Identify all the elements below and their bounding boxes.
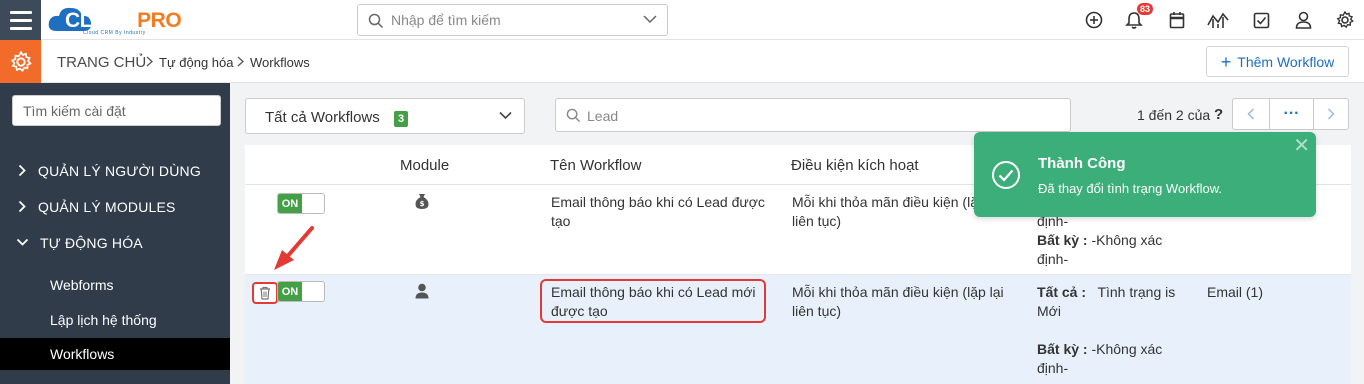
workflow-filter-select[interactable]: Tất cả Workflows 3 — [245, 98, 525, 134]
sidebar-item-label: QUẢN LÝ MODULES — [38, 199, 176, 215]
header-name[interactable]: Tên Workflow — [550, 157, 641, 174]
condition-any-label: Bất kỳ : — [1037, 341, 1088, 357]
plus-icon: + — [1220, 51, 1232, 72]
global-search[interactable] — [357, 4, 668, 36]
header-module[interactable]: Module — [400, 157, 449, 174]
status-toggle[interactable]: ON — [277, 281, 325, 302]
sidebar-item-module-management[interactable]: QUẢN LÝ MODULES — [0, 193, 230, 221]
search-icon — [368, 13, 384, 29]
settings-search-input[interactable]: Tìm kiếm cài đặt — [12, 95, 221, 126]
sidebar-sub-label: Workflows — [50, 346, 115, 362]
chart-icon[interactable] — [1207, 9, 1229, 31]
table-row[interactable]: ON Email thông báo khi có Lead mới được … — [245, 275, 1351, 384]
breadcrumb-automation[interactable]: Tự động hóa — [159, 55, 233, 70]
workflow-name[interactable]: Email thông báo khi có Lead được tạo — [551, 193, 765, 231]
user-icon[interactable] — [1292, 9, 1314, 31]
toggle-on-label: ON — [278, 194, 302, 213]
toast-title: Thành Công — [1038, 155, 1126, 172]
page-more-button[interactable]: ··· — [1269, 98, 1314, 130]
workflow-name-line: Email thông báo khi có Lead được — [551, 194, 765, 210]
trash-icon[interactable] — [252, 282, 278, 304]
chevron-down-icon — [499, 111, 512, 120]
add-workflow-label: Thêm Workflow — [1237, 53, 1335, 70]
sidebar-item-label: QUẢN LÝ NGƯỜI DÙNG — [38, 163, 201, 179]
settings-sidebar: Tìm kiếm cài đặt QUẢN LÝ NGƯỜI DÙNG QUẢN… — [0, 83, 230, 384]
add-workflow-button[interactable]: + Thêm Workflow — [1206, 46, 1349, 77]
notification-badge: 83 — [1137, 3, 1154, 15]
chevron-right-icon — [146, 56, 153, 67]
search-icon — [566, 108, 581, 123]
checkbox-icon[interactable] — [1250, 9, 1272, 31]
chevron-right-icon — [237, 56, 244, 67]
settings-gear-icon[interactable] — [0, 40, 41, 83]
logo-tagline: Cloud CRM By Industry — [83, 30, 146, 36]
gear-icon[interactable] — [1334, 9, 1356, 31]
annotation-arrow-icon — [274, 226, 314, 270]
sidebar-sub-webforms[interactable]: Webforms — [0, 269, 230, 301]
chevron-left-icon — [1247, 108, 1255, 120]
breadcrumb-home[interactable]: TRANG CHỦ — [57, 54, 146, 71]
trigger-line: liên tục) — [792, 303, 842, 319]
check-circle-icon — [992, 161, 1020, 189]
condition-any-value: -Không xác — [1091, 341, 1163, 357]
chevron-right-icon — [18, 164, 26, 177]
trigger-line: Mỗi khi thỏa mãn điều kiện (lặp lại — [792, 284, 1004, 300]
filter-count-badge: 3 — [394, 111, 409, 127]
condition-any-value: -Không xác — [1091, 232, 1163, 248]
condition-line: định- — [1037, 251, 1069, 267]
breadcrumb-workflows: Workflows — [250, 55, 310, 70]
sidebar-item-automation[interactable]: TỰ ĐỘNG HÓA — [0, 229, 230, 257]
chevron-down-icon[interactable] — [643, 14, 657, 24]
logo-pro-text: PRO — [137, 9, 182, 32]
person-icon — [415, 283, 429, 302]
sidebar-item-user-management[interactable]: QUẢN LÝ NGƯỜI DÙNG — [0, 157, 230, 185]
sidebar-sub-scheduler[interactable]: Lập lịch hệ thống — [0, 304, 230, 336]
prev-page-button[interactable] — [1232, 98, 1270, 130]
money-bag-icon: $ — [414, 193, 430, 213]
close-icon[interactable]: ✕ — [1293, 136, 1310, 156]
workflow-conditions: Tất cả : Tình trạng is Mới Bất kỳ : -Khô… — [1037, 283, 1175, 378]
success-toast: Thành Công Đã thay đổi tình trạng Workfl… — [974, 132, 1316, 217]
annotation-highlight-box — [540, 279, 766, 323]
svg-text:$: $ — [420, 200, 425, 208]
workflow-action: Email (1) — [1207, 284, 1264, 300]
workflow-conditions: định- Bất kỳ : -Không xác định- — [1037, 212, 1162, 269]
workflow-search-value: Lead — [587, 108, 619, 124]
workflow-trigger: Mỗi khi thỏa mãn điều kiện (lặp lại liên… — [792, 283, 1004, 321]
workflow-trigger: Mỗi khi thỏa mãn điều kiện (lặp lại liên… — [792, 193, 1004, 231]
trigger-line: Mỗi khi thỏa mãn điều kiện (lặp lại — [792, 194, 1004, 210]
trigger-line: liên tục) — [792, 213, 842, 229]
toast-message: Đã thay đổi tình trạng Workflow. — [1038, 181, 1223, 196]
breadcrumb-bar: TRANG CHỦ Tự động hóa Workflows + Thêm W… — [0, 40, 1364, 83]
plus-circle-icon[interactable] — [1083, 9, 1105, 31]
chevron-right-icon — [18, 200, 26, 213]
menu-icon[interactable] — [0, 0, 41, 40]
condition-all-label: Tất cả : — [1037, 284, 1087, 300]
condition-any-label: Bất kỳ : — [1037, 232, 1088, 248]
top-bar: CLOUDPRO Cloud CRM By Industry 83 — [0, 0, 1364, 40]
sidebar-sub-label: Webforms — [50, 277, 114, 293]
workflow-name-line: tạo — [551, 213, 571, 229]
next-page-button[interactable] — [1313, 98, 1349, 130]
condition-all-value: Tình trạng is — [1097, 284, 1176, 300]
condition-line: định- — [1037, 360, 1069, 376]
workflow-search-input[interactable]: Lead — [555, 98, 1071, 132]
header-trigger[interactable]: Điều kiện kích hoạt — [791, 157, 919, 174]
sidebar-sub-workflows[interactable]: Workflows — [0, 338, 230, 370]
condition-line: Mới — [1037, 303, 1061, 319]
logo-cloud-text: CLOUD — [65, 9, 138, 32]
filter-label: Tất cả Workflows — [265, 109, 380, 126]
pagination-text: 1 đến 2 của — [1137, 107, 1211, 123]
logo[interactable]: CLOUDPRO Cloud CRM By Industry — [47, 3, 202, 39]
status-toggle[interactable]: ON — [277, 193, 325, 214]
global-search-input[interactable] — [391, 10, 631, 30]
chevron-down-icon — [16, 238, 29, 246]
toggle-on-label: ON — [278, 282, 302, 301]
calendar-icon[interactable] — [1166, 9, 1188, 31]
chevron-right-icon — [1327, 108, 1335, 120]
sidebar-sub-label: Lập lịch hệ thống — [50, 312, 157, 328]
sidebar-item-label: TỰ ĐỘNG HÓA — [40, 235, 143, 251]
pagination-total-unknown[interactable]: ? — [1214, 106, 1223, 123]
